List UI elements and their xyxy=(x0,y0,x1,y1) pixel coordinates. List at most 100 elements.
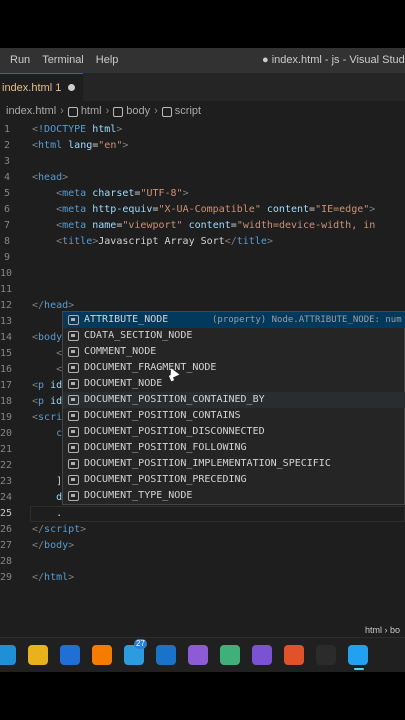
property-icon xyxy=(68,475,79,485)
suggestion-label: DOCUMENT_POSITION_IMPLEMENTATION_SPECIFI… xyxy=(84,458,331,469)
suggestion-label: DOCUMENT_POSITION_CONTAINS xyxy=(84,410,241,421)
suggestion-item[interactable]: DOCUMENT_TYPE_NODE xyxy=(63,488,405,504)
line-number: 21 xyxy=(0,444,13,455)
code-line[interactable]: 1 <!DOCTYPE html> xyxy=(0,122,405,138)
suggestion-item[interactable]: DOCUMENT_POSITION_IMPLEMENTATION_SPECIFI… xyxy=(63,456,405,472)
element-icon xyxy=(113,107,124,117)
code-line[interactable]: 28 xyxy=(0,554,405,570)
breadcrumb: index.html › html › body › script xyxy=(0,101,405,121)
code-line[interactable]: 9 xyxy=(0,250,405,266)
terminal-icon[interactable] xyxy=(316,645,336,665)
property-icon xyxy=(68,427,79,437)
breadcrumb-file[interactable]: index.html xyxy=(6,105,56,117)
code-line[interactable]: 25 . xyxy=(0,506,405,522)
brave-icon[interactable] xyxy=(284,645,304,665)
xampp-icon[interactable] xyxy=(92,645,112,665)
suggestion-label: DOCUMENT_POSITION_FOLLOWING xyxy=(84,442,247,453)
suggestion-item[interactable]: DOCUMENT_FRAGMENT_NODE xyxy=(63,360,405,376)
code-line[interactable]: 6 <meta http-equiv="X-UA-Compatible" con… xyxy=(0,202,405,218)
tab-index-html[interactable]: index.html 1 xyxy=(0,73,83,101)
code-text: <title>Javascript Array Sort</title> xyxy=(56,236,273,247)
suggestion-widget: ATTRIBUTE_NODE (property) Node.ATTRIBUTE_… xyxy=(62,311,405,505)
code-text: <!DOCTYPE html> xyxy=(32,124,123,135)
suggestion-item[interactable]: CDATA_SECTION_NODE xyxy=(63,328,405,344)
code-text: <head> xyxy=(32,172,69,183)
mail-icon[interactable] xyxy=(156,645,176,665)
property-icon xyxy=(68,443,79,453)
property-icon xyxy=(68,411,79,421)
suggestion-item[interactable]: DOCUMENT_POSITION_CONTAINS xyxy=(63,408,405,424)
vscode-window: Run Terminal Help ● index.html - js - Vi… xyxy=(0,48,405,672)
visual-studio-icon[interactable] xyxy=(188,645,208,665)
line-number: 22 xyxy=(0,460,13,471)
code-line[interactable]: 10 xyxy=(0,266,405,282)
code-line[interactable]: 2 <html lang="en"> xyxy=(0,138,405,154)
store-icon[interactable] xyxy=(60,645,80,665)
line-number: 11 xyxy=(0,284,13,295)
code-text: < xyxy=(56,348,63,359)
suggestion-item[interactable]: DOCUMENT_POSITION_DISCONNECTED xyxy=(63,424,405,440)
code-line[interactable]: 4 <head> xyxy=(0,170,405,186)
people-icon[interactable] xyxy=(124,639,147,665)
status-breadcrumb[interactable]: html › bo xyxy=(365,623,400,637)
line-number: 23 xyxy=(0,476,13,487)
vs-purple-icon[interactable] xyxy=(252,645,272,665)
line-number: 14 xyxy=(0,332,13,343)
line-number: 2 xyxy=(3,140,10,151)
suggestion-label: DOCUMENT_TYPE_NODE xyxy=(84,490,193,501)
suggestion-item[interactable]: COMMENT_NODE xyxy=(63,344,405,360)
menu-bar: Run Terminal Help ● index.html - js - Vi… xyxy=(0,48,405,73)
property-icon xyxy=(68,459,79,469)
vscode-icon[interactable] xyxy=(348,645,368,670)
line-number: 26 xyxy=(0,524,13,535)
line-number: 3 xyxy=(3,156,10,167)
code-text: ] xyxy=(32,476,63,487)
property-icon xyxy=(68,315,79,325)
menu-terminal[interactable]: Terminal xyxy=(36,48,90,73)
tab-label: index.html 1 xyxy=(2,82,62,94)
line-number: 18 xyxy=(0,396,13,407)
code-line[interactable]: 5 <meta charset="UTF-8"> xyxy=(0,186,405,202)
code-text: c xyxy=(56,428,63,439)
code-line[interactable]: 11 xyxy=(0,282,405,298)
code-line[interactable]: 26 </script> xyxy=(0,522,405,538)
suggestion-item[interactable]: DOCUMENT_POSITION_PRECEDING xyxy=(63,472,405,488)
chevron-right-icon: › xyxy=(60,105,64,117)
breadcrumb-html[interactable]: html xyxy=(81,105,102,117)
line-number: 10 xyxy=(0,268,13,279)
code-line[interactable]: 27 </body> xyxy=(0,538,405,554)
line-number: 4 xyxy=(3,172,10,183)
code-text: < xyxy=(56,364,63,375)
suggestion-item[interactable]: DOCUMENT_NODE xyxy=(63,376,405,392)
unsaved-dot-icon[interactable] xyxy=(68,84,75,91)
line-number: 25 xyxy=(0,508,13,519)
code-line[interactable]: 8 <title>Javascript Array Sort</title> xyxy=(0,234,405,250)
code-text: d xyxy=(56,492,63,503)
suggestion-label: DOCUMENT_FRAGMENT_NODE xyxy=(84,362,217,373)
suggestion-item[interactable]: DOCUMENT_POSITION_FOLLOWING xyxy=(63,440,405,456)
element-icon xyxy=(161,107,172,117)
element-icon xyxy=(67,107,78,117)
code-line[interactable]: 3 xyxy=(0,154,405,170)
code-text: </script> xyxy=(32,524,87,535)
menu-help[interactable]: Help xyxy=(90,48,125,73)
breadcrumb-script[interactable]: script xyxy=(175,105,201,117)
code-text: <meta name="viewport" content="width=dev… xyxy=(56,220,376,231)
code-line[interactable]: 29 </html> xyxy=(0,570,405,586)
chrome-icon[interactable] xyxy=(28,645,48,665)
code-line[interactable]: 7 <meta name="viewport" content="width=d… xyxy=(0,218,405,234)
edge-icon[interactable] xyxy=(0,645,16,665)
line-number: 28 xyxy=(0,556,13,567)
line-number: 19 xyxy=(0,412,13,423)
property-icon xyxy=(68,347,79,357)
code-text: . xyxy=(32,508,63,519)
suggestion-item[interactable]: DOCUMENT_POSITION_CONTAINED_BY xyxy=(63,392,405,408)
code-text: <meta http-equiv="X-UA-Compatible" conte… xyxy=(56,204,376,215)
code-text: <scri xyxy=(32,412,63,423)
menu-run[interactable]: Run xyxy=(0,48,36,73)
breadcrumb-body[interactable]: body xyxy=(126,105,150,117)
tools-icon[interactable] xyxy=(220,645,240,665)
line-number: 6 xyxy=(3,204,10,215)
line-number: 17 xyxy=(0,380,13,391)
suggestion-item[interactable]: ATTRIBUTE_NODE (property) Node.ATTRIBUTE_… xyxy=(63,312,405,328)
